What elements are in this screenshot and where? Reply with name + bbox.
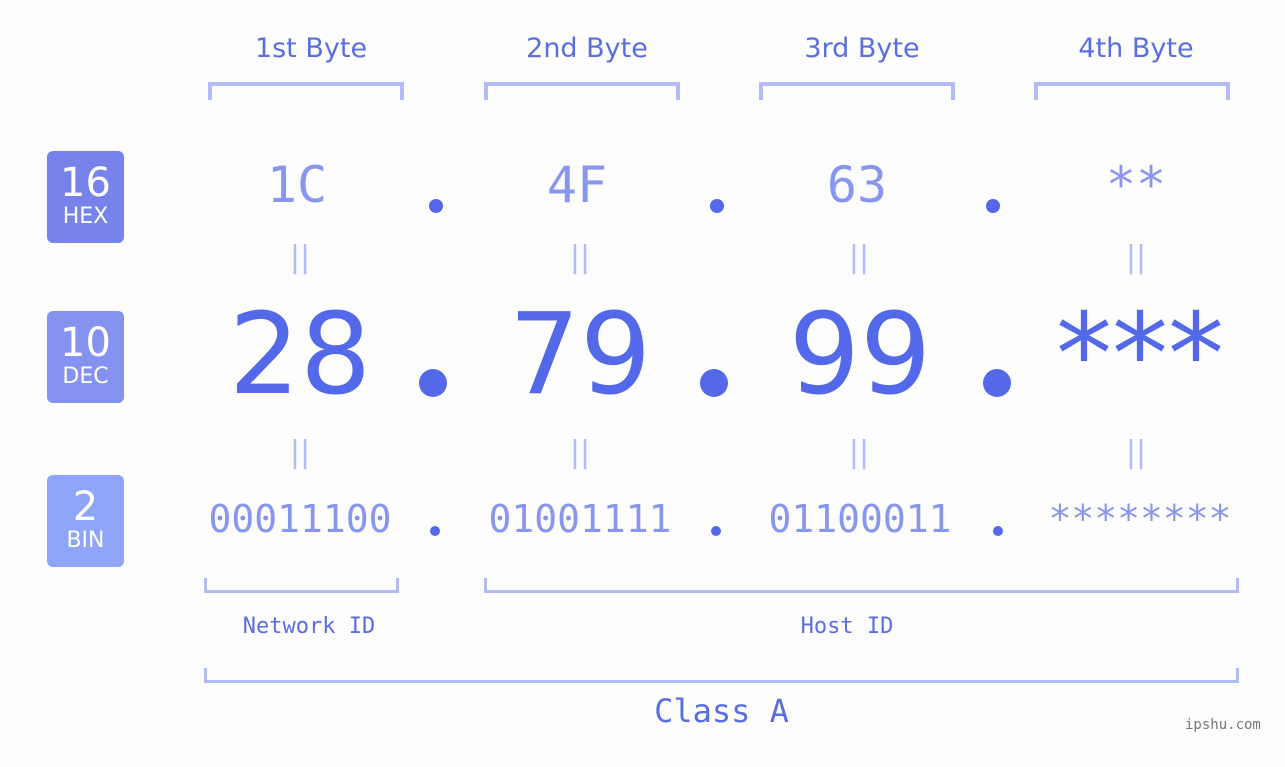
dec-label: DEC bbox=[62, 364, 109, 389]
byte-bracket-4 bbox=[1034, 82, 1230, 100]
hex-badge: 16 HEX bbox=[47, 151, 124, 243]
byte-header-2: 2nd Byte bbox=[526, 33, 648, 64]
bin-separator-dot bbox=[430, 526, 440, 536]
dec-badge: 10 DEC bbox=[47, 311, 124, 403]
host-id-label: Host ID bbox=[800, 614, 894, 639]
hex-separator-dot bbox=[429, 199, 443, 213]
equals-sign: || bbox=[1125, 435, 1147, 470]
hex-value-1: 1C bbox=[266, 156, 328, 214]
byte-bracket-1 bbox=[208, 82, 404, 100]
dec-value-2: 79 bbox=[508, 290, 652, 420]
class-bracket bbox=[204, 668, 1239, 683]
hex-value-2: 4F bbox=[546, 156, 608, 214]
hex-value-4: ** bbox=[1105, 156, 1167, 214]
equals-sign: || bbox=[848, 240, 870, 275]
equals-sign: || bbox=[289, 240, 311, 275]
dec-separator-dot bbox=[700, 369, 728, 397]
equals-sign: || bbox=[289, 435, 311, 470]
network-id-label: Network ID bbox=[242, 614, 376, 639]
dec-separator-dot bbox=[419, 369, 447, 397]
bin-value-1: 00011100 bbox=[208, 497, 392, 541]
bin-badge: 2 BIN bbox=[47, 475, 124, 567]
bin-value-3: 01100011 bbox=[768, 497, 952, 541]
hex-separator-dot bbox=[986, 199, 1000, 213]
hex-base: 16 bbox=[60, 160, 111, 206]
equals-sign: || bbox=[569, 435, 591, 470]
hex-label: HEX bbox=[62, 204, 109, 229]
byte-bracket-3 bbox=[759, 82, 955, 100]
hex-value-3: 63 bbox=[826, 156, 888, 214]
dec-value-4: *** bbox=[1056, 290, 1224, 420]
hex-separator-dot bbox=[710, 199, 724, 213]
dec-value-1: 28 bbox=[228, 290, 372, 420]
network-id-bracket bbox=[204, 578, 399, 593]
watermark: ipshu.com bbox=[1185, 717, 1261, 733]
byte-header-4: 4th Byte bbox=[1078, 33, 1194, 64]
byte-header-1: 1st Byte bbox=[254, 33, 368, 64]
byte-header-3: 3rd Byte bbox=[804, 33, 920, 64]
bin-value-2: 01001111 bbox=[488, 497, 672, 541]
bin-separator-dot bbox=[993, 526, 1003, 536]
equals-sign: || bbox=[569, 240, 591, 275]
dec-value-3: 99 bbox=[788, 290, 932, 420]
host-id-bracket bbox=[484, 578, 1239, 593]
equals-sign: || bbox=[848, 435, 870, 470]
bin-separator-dot bbox=[711, 526, 721, 536]
bin-base: 2 bbox=[72, 484, 99, 530]
dec-separator-dot bbox=[983, 369, 1011, 397]
dec-base: 10 bbox=[60, 320, 111, 366]
bin-value-4: ******** bbox=[1048, 497, 1232, 541]
class-label: Class A bbox=[654, 692, 789, 730]
byte-bracket-2 bbox=[484, 82, 680, 100]
bin-label: BIN bbox=[66, 528, 105, 553]
equals-sign: || bbox=[1125, 240, 1147, 275]
